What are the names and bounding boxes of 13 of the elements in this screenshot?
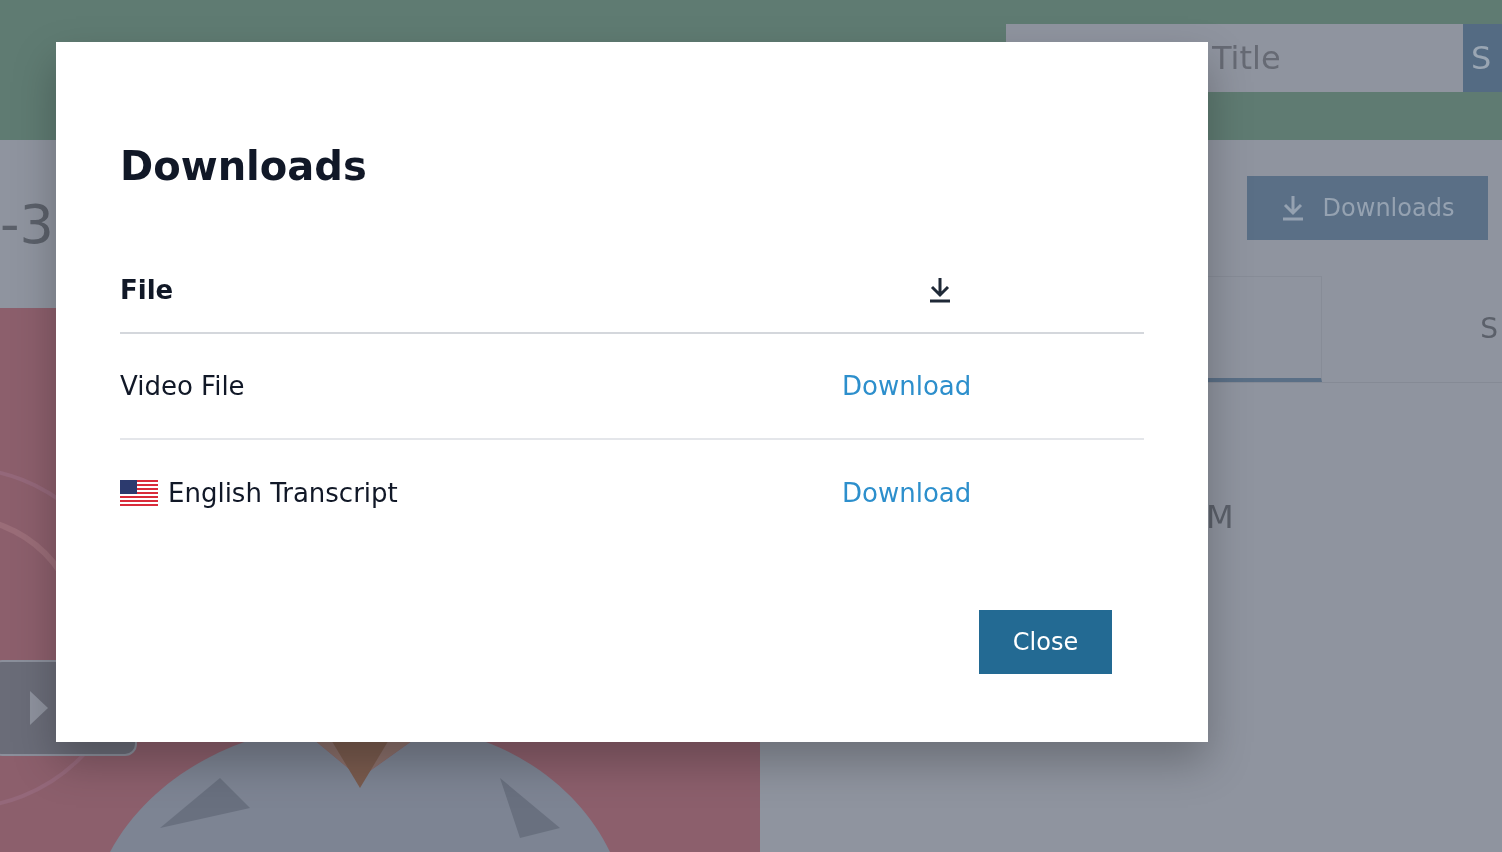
download-icon bbox=[928, 275, 952, 305]
file-name: Video File bbox=[120, 369, 245, 403]
column-header: File bbox=[120, 273, 175, 307]
file-name: English Transcript bbox=[168, 476, 398, 510]
close-button[interactable]: Close bbox=[979, 610, 1112, 674]
dialog-title: Downloads bbox=[120, 146, 367, 186]
download-link[interactable]: Download bbox=[842, 370, 972, 401]
search-button[interactable]: S bbox=[1463, 24, 1502, 92]
us-flag-icon bbox=[120, 480, 158, 506]
download-icon bbox=[1280, 194, 1305, 222]
downloads-button[interactable]: Downloads bbox=[1247, 176, 1488, 240]
play-icon bbox=[29, 691, 48, 725]
download-link[interactable]: Download bbox=[842, 477, 972, 508]
